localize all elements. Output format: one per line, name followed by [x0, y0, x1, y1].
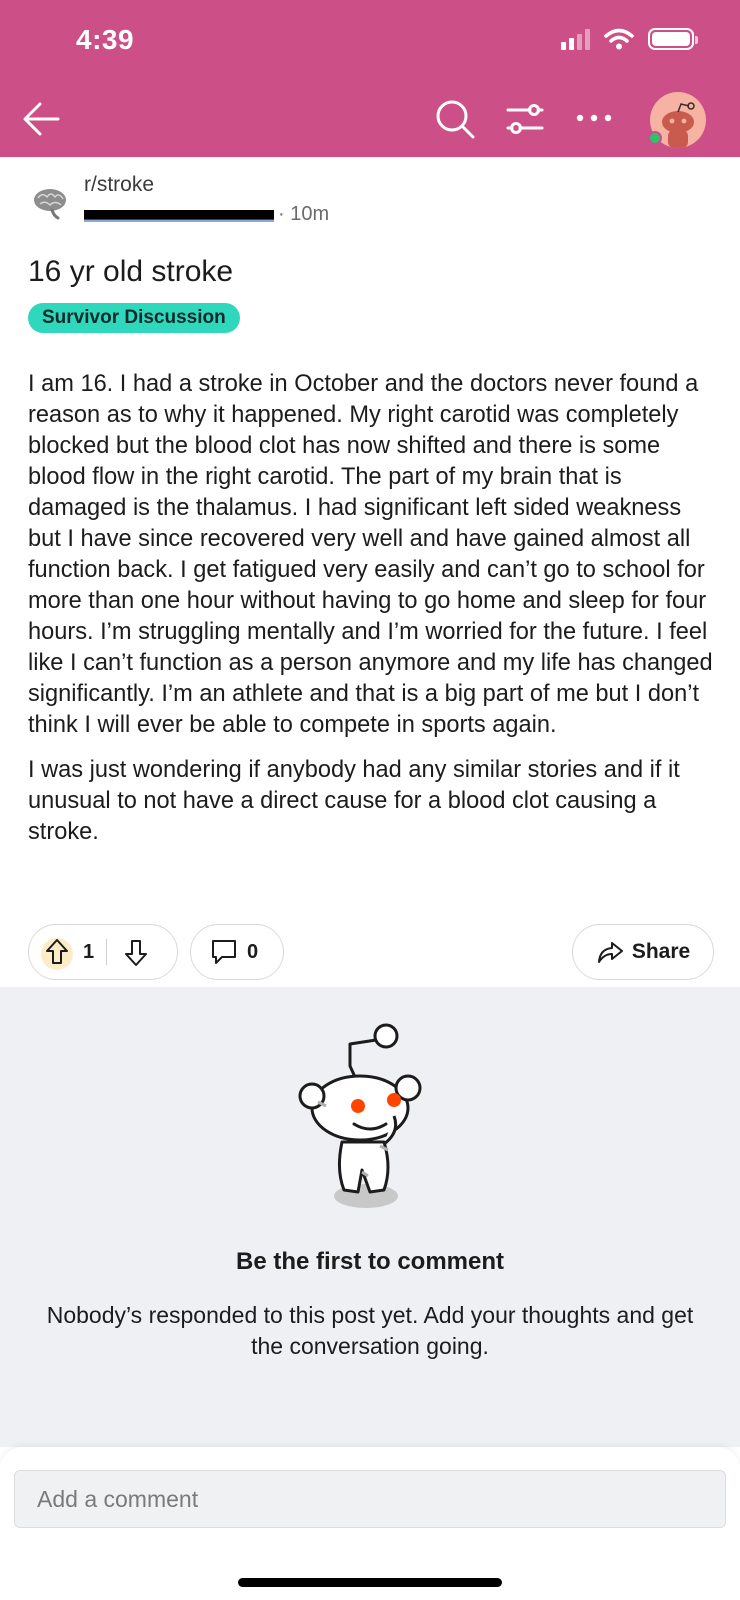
brain-icon [34, 189, 66, 220]
filter-icon[interactable] [504, 98, 546, 140]
share-button[interactable]: Share [572, 924, 714, 980]
wifi-icon [604, 28, 634, 50]
downvote-icon[interactable] [119, 935, 153, 969]
status-icons [561, 28, 698, 50]
status-time: 4:39 [76, 24, 135, 55]
upvote-count: 1 [83, 940, 95, 963]
upvote-icon[interactable] [33, 928, 81, 976]
post-paragraph: I was just wondering if anybody had any … [28, 757, 680, 845]
cellular-signal-icon [561, 28, 590, 50]
snoo-illustration [298, 1023, 422, 1208]
empty-comments-description: Nobody’s responded to this post yet. Add… [46, 1302, 694, 1359]
subreddit-name[interactable]: r/stroke [84, 173, 154, 197]
back-arrow-icon[interactable] [18, 96, 64, 142]
battery-icon [648, 28, 698, 50]
empty-comments-title: Be the first to comment [235, 1248, 505, 1275]
add-comment-input[interactable] [14, 1470, 726, 1528]
redacted-username[interactable] [84, 209, 274, 222]
share-icon [597, 942, 623, 963]
post-age: · 10m [278, 203, 330, 225]
comment-icon [212, 940, 236, 964]
post-body: I am 16. I had a stroke in October and t… [28, 369, 718, 862]
vote-divider [106, 939, 108, 965]
share-label: Share [631, 940, 691, 963]
comment-button[interactable]: 0 [190, 924, 284, 980]
post-title: 16 yr old stroke [28, 255, 234, 288]
app-header: 4:39 [0, 0, 740, 157]
post-actions: 1 0 Share [28, 924, 714, 980]
more-icon[interactable] [572, 100, 616, 136]
online-status-dot [648, 131, 662, 145]
subreddit-icon[interactable] [28, 180, 72, 224]
post-flair[interactable]: Survivor Discussion [28, 303, 240, 333]
post-author-line: · 10m [84, 203, 329, 226]
home-indicator[interactable] [238, 1578, 502, 1587]
vote-control: 1 [28, 924, 178, 980]
post-paragraph: I am 16. I had a stroke in October and t… [28, 371, 713, 738]
comment-count: 0 [247, 940, 259, 963]
search-icon[interactable] [432, 96, 478, 142]
